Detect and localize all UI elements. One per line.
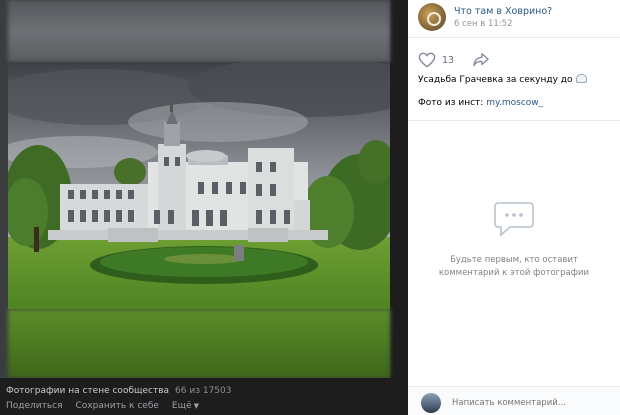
more-menu[interactable]: Ещё ▼	[172, 401, 199, 411]
photo-image[interactable]	[8, 62, 390, 309]
chevron-down-icon: ▼	[193, 402, 199, 410]
like-count: 13	[442, 54, 455, 66]
photo-counter: 66 из 17503	[175, 386, 232, 396]
photo-sidebar: Что там в Ховрино? 6 сен в 11:52 13 Усад…	[408, 0, 620, 415]
more-label: Ещё	[171, 401, 192, 411]
heart-icon[interactable]	[418, 52, 436, 68]
cloud-emoji-icon	[575, 74, 587, 83]
caption-text: Усадьба Грачевка за секунду до	[418, 75, 573, 85]
comments-empty-state: Будьте первым, кто оставит комментарий к…	[408, 200, 620, 280]
post-header: Что там в Ховрино? 6 сен в 11:52	[408, 0, 620, 38]
save-link[interactable]: Сохранить к себе	[76, 401, 159, 411]
share-link[interactable]: Поделиться	[6, 401, 63, 411]
photo-pane: Фотографии на стене сообщества 66 из 1750…	[0, 0, 408, 415]
user-avatar	[421, 393, 441, 413]
photo-blur-top	[8, 0, 390, 62]
photo-actions: Поделиться Сохранить к себе Ещё ▼	[6, 401, 199, 411]
post-source: Фото из инст: my.moscow_	[418, 98, 543, 108]
speech-bubble-icon	[494, 202, 534, 237]
album-link[interactable]: Фотографии на стене сообщества	[6, 386, 169, 396]
source-prefix: Фото из инст:	[418, 98, 484, 108]
community-name[interactable]: Что там в Ховрино?	[454, 6, 552, 17]
post-date[interactable]: 6 сен в 11:52	[454, 19, 512, 29]
post-caption: Усадьба Грачевка за секунду до	[418, 74, 587, 85]
empty-line-1: Будьте первым, кто оставит	[450, 255, 578, 265]
share-arrow-icon[interactable]	[472, 52, 490, 68]
community-avatar[interactable]	[418, 3, 446, 31]
empty-line-2: комментарий к этой фотографии	[438, 268, 590, 278]
divider	[408, 120, 620, 121]
empty-message: Будьте первым, кто оставит комментарий к…	[408, 254, 620, 280]
album-info: Фотографии на стене сообщества 66 из 1750…	[6, 386, 231, 396]
comment-input[interactable]	[452, 395, 612, 411]
photo-viewer: Фотографии на стене сообщества 66 из 1750…	[0, 0, 620, 415]
photo-blur-bottom	[8, 309, 390, 378]
source-link[interactable]: my.moscow_	[486, 98, 543, 108]
post-actions: 13	[418, 51, 490, 69]
photo-footer: Фотографии на стене сообщества 66 из 1750…	[0, 378, 408, 415]
comment-bar	[408, 386, 620, 415]
